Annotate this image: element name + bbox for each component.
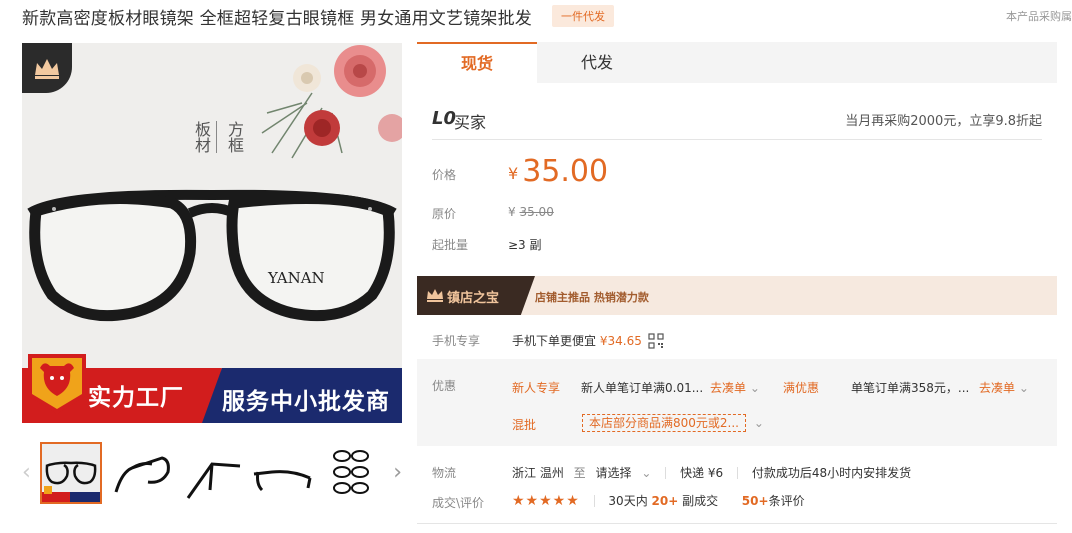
banner-service-text: 服务中小批发商 <box>222 389 390 415</box>
buyer-level-badge: L0 <box>432 108 456 129</box>
buyer-level-row: L0 买家 当月再采购2000元，立享9.8折起 <box>432 106 1042 140</box>
deal-label: 成交\评价 <box>432 496 485 510</box>
treasure-title: 镇店之宝 <box>447 291 500 306</box>
buyer-discount-offer[interactable]: 当月再采购2000元，立享9.8折起 <box>845 110 1042 129</box>
qrcode-icon[interactable] <box>648 333 664 349</box>
thumbnail-glasses-icon <box>114 456 170 493</box>
buyer-level-label: 买家 <box>454 113 487 132</box>
divider <box>665 467 667 479</box>
review-unit[interactable]: 条评价 <box>769 494 805 508</box>
thumbnail-glasses-icon <box>42 444 100 502</box>
chevron-down-icon: ⌄ <box>1018 381 1029 395</box>
chevron-down-icon: ⌄ <box>753 416 764 430</box>
thumbnail-4[interactable] <box>252 442 314 504</box>
go-order-link-2[interactable]: 去凑单 ⌄ <box>979 379 1029 396</box>
mobile-offer-text: 手机下单更便宜 <box>512 334 597 348</box>
main-product-image[interactable]: 板材 方框 YANAN 实力工厂 服务中小批发商 <box>22 43 402 423</box>
divider <box>593 495 595 507</box>
product-title: 新款高密度板材眼镜架 全框超轻复古眼镜框 男女通用文艺镜架批发 <box>22 8 533 29</box>
divider-line <box>417 523 1057 524</box>
thumbnail-glasses-icon <box>186 462 241 499</box>
review-count[interactable]: 50+ <box>742 494 769 508</box>
promo-label: 优惠 <box>432 379 457 393</box>
price-label: 价格 <box>432 168 457 182</box>
price-value: 35.00 <box>522 154 609 189</box>
mixed-batch-text: 本店部分商品满800元或2... <box>582 414 746 432</box>
go-order-link-1[interactable]: 去凑单 ⌄ <box>710 379 760 396</box>
offer-tabs: 现货 代发 <box>417 42 1057 83</box>
glasses-illustration: YANAN <box>27 189 397 322</box>
shipping-note: 付款成功后48小时内安排发货 <box>751 466 912 480</box>
tab-in-stock[interactable]: 现货 <box>417 42 537 83</box>
new-user-text: 新人单笔订单满0.01... <box>581 381 704 395</box>
brand-logo-text: YANAN <box>267 269 325 287</box>
tab-dropship[interactable]: 代发 <box>537 42 657 83</box>
divider <box>736 467 738 479</box>
thumbnail-5[interactable] <box>322 442 384 504</box>
original-price-currency: ¥ <box>508 205 516 219</box>
flowers-decoration <box>261 45 402 159</box>
express-fee: 快递 ¥6 <box>680 466 724 480</box>
promo-banner: 实力工厂 服务中小批发商 <box>22 354 402 423</box>
store-treasure-banner: 镇店之宝 店铺主推品 热销潜力款 <box>417 276 1057 315</box>
mixed-batch-tag: 混批 <box>512 418 537 432</box>
thumbnail-1[interactable] <box>40 442 102 504</box>
deal-days: 30天内 <box>608 494 648 508</box>
full-discount-tag: 满优惠 <box>783 381 820 395</box>
crown-logo-icon <box>22 43 72 93</box>
thumbnail-2[interactable] <box>112 442 174 504</box>
original-price-label: 原价 <box>432 207 457 221</box>
logistics-info: 浙江 温州 至 请选择 ⌄ 快递 ¥6 付款成功后48小时内安排发货 <box>512 464 911 481</box>
logistics-label: 物流 <box>432 466 457 480</box>
thumbnail-glasses-icon <box>333 450 369 494</box>
product-title-row: 新款高密度板材眼镜架 全框超轻复古眼镜框 男女通用文艺镜架批发 一件代发 <box>22 4 615 29</box>
ox-badge-icon <box>28 354 86 414</box>
go-order-label-1: 去凑单 <box>710 381 747 395</box>
banner-factory-text: 实力工厂 <box>88 385 184 411</box>
mixed-batch-offer[interactable]: 本店部分商品满800元或2... ⌄ <box>582 414 764 432</box>
destination-select-label: 请选择 <box>595 466 632 480</box>
sold-count: 20+ <box>651 494 679 508</box>
full-discount-text: 单笔订单满358元，... <box>851 381 970 395</box>
ship-to-label: 至 <box>573 466 586 480</box>
sold-unit: 副成交 <box>682 494 719 508</box>
original-price: ¥ 35.00 <box>508 205 554 219</box>
moq-value: ≥3 副 <box>508 238 542 252</box>
rating-stars[interactable]: ★★★★★ <box>512 493 580 509</box>
moq-label: 起批量 <box>432 238 469 252</box>
mobile-offer[interactable]: 手机下单更便宜 ¥34.65 <box>512 332 664 349</box>
chevron-down-icon: ⌄ <box>749 381 760 395</box>
chevron-right-icon[interactable]: › <box>393 460 402 485</box>
price-currency: ¥ <box>508 164 519 183</box>
purchase-protection-text[interactable]: 本产品采购属 <box>1006 8 1072 24</box>
feature-text-frame: 方框 <box>225 121 244 153</box>
ship-from: 浙江 温州 <box>512 466 564 480</box>
destination-select[interactable]: 请选择 ⌄ <box>596 466 652 480</box>
chevron-left-icon[interactable]: ‹ <box>22 460 31 485</box>
mobile-price: ¥34.65 <box>599 334 642 348</box>
crown-icon <box>427 289 443 302</box>
chevron-down-icon: ⌄ <box>641 466 652 480</box>
mobile-label: 手机专享 <box>432 334 481 348</box>
deal-info: ★★★★★ 30天内 20+ 副成交 50+条评价 <box>512 492 805 509</box>
feature-text-material: 板材 <box>190 121 217 153</box>
feature-vertical-text: 板材 方框 <box>190 121 245 153</box>
thumbnail-strip: ‹ › <box>22 442 402 504</box>
current-price: ¥35.00 <box>508 154 608 189</box>
original-price-value: 35.00 <box>519 205 554 219</box>
thumbnail-glasses-icon <box>253 470 312 492</box>
treasure-desc: 店铺主推品 热销潜力款 <box>535 291 649 304</box>
dropship-badge[interactable]: 一件代发 <box>552 5 615 27</box>
go-order-label-2: 去凑单 <box>979 381 1016 395</box>
thumbnail-3[interactable] <box>182 442 244 504</box>
new-user-tag: 新人专享 <box>512 381 561 395</box>
